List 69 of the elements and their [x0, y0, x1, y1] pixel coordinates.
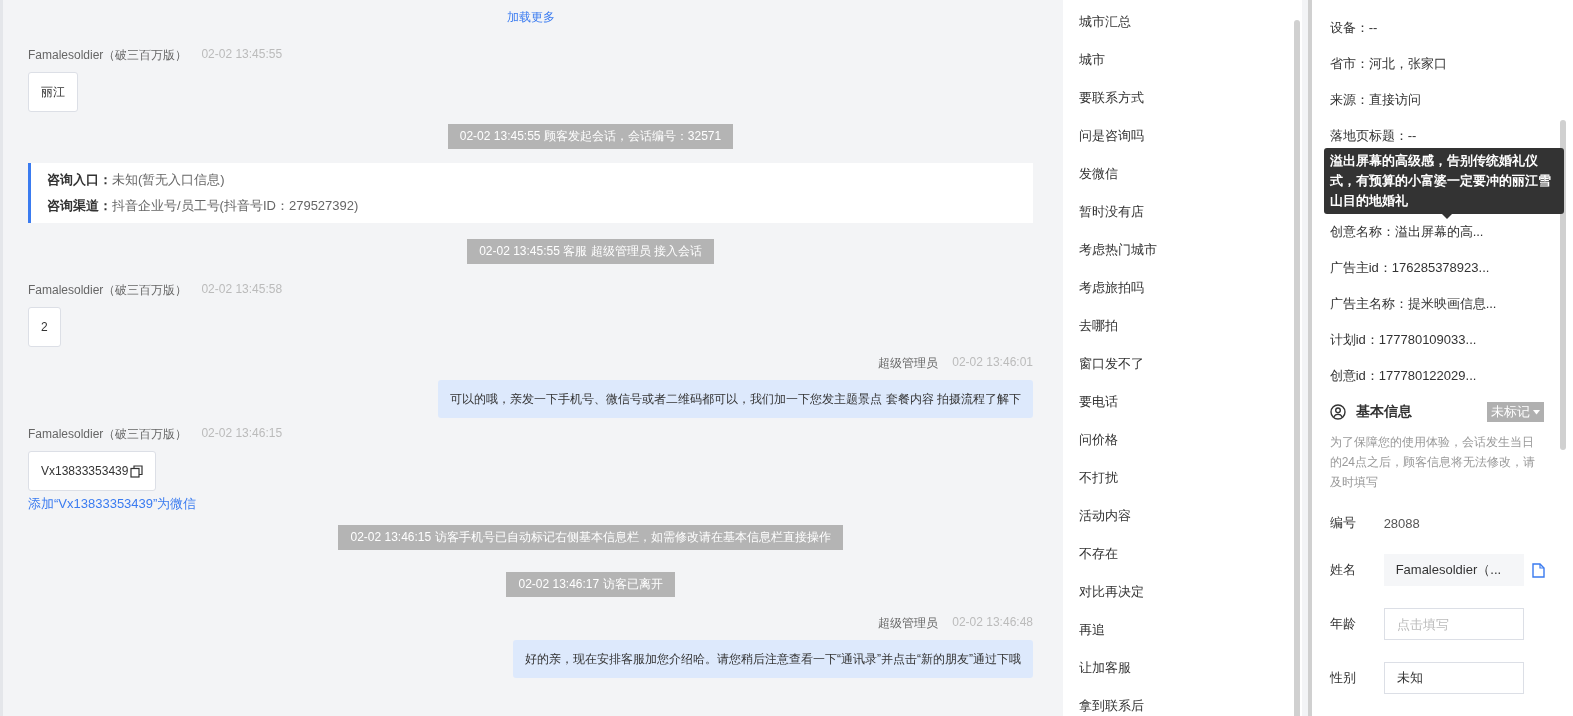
- quick-reply-item[interactable]: 要联系方式: [1079, 88, 1294, 126]
- sender-name: 超级管理员: [878, 355, 939, 372]
- message-bubble: 好的亲，现在安排客服加您介绍哈。请您稍后注意查看一下“通讯录”并点击“新的朋友”通过下哦: [513, 640, 1033, 678]
- field-label: 性别: [1329, 669, 1357, 687]
- entry-value: 未知(暂无入口信息): [112, 172, 225, 187]
- sender-name: Famalesoldier（破三百万版）: [28, 282, 188, 299]
- scrollbar-thumb[interactable]: [1559, 120, 1566, 450]
- quick-reply-item[interactable]: 对比再决定: [1079, 582, 1294, 620]
- visitor-field: 创意名称：溢出屏幕的高...: [1329, 222, 1558, 242]
- system-notice: 02-02 13:46:17 访客已离开: [506, 572, 675, 597]
- system-notice: 02-02 13:45:55 客服 超级管理员 接入会话: [467, 239, 714, 264]
- user-circle-icon: [1329, 404, 1346, 420]
- message-time: 02-02 13:46:15: [201, 426, 283, 442]
- quick-reply-item[interactable]: 活动内容: [1079, 506, 1294, 544]
- sender-name: 超级管理员: [878, 615, 939, 632]
- visitor-field: 设备：--: [1329, 18, 1558, 38]
- quick-reply-item[interactable]: 不存在: [1079, 544, 1294, 582]
- scrollbar-thumb[interactable]: [1294, 20, 1300, 716]
- visitor-field: 广告主id：176285378923...: [1329, 258, 1558, 278]
- message-time: 02-02 13:46:48: [952, 615, 1033, 631]
- load-more-link[interactable]: 加载更多: [506, 10, 555, 24]
- quick-reply-item[interactable]: 暂时没有店: [1079, 202, 1294, 240]
- quick-reply-item[interactable]: 考虑热门城市: [1079, 240, 1294, 278]
- visitor-field: 省市：河北，张家口: [1329, 54, 1558, 74]
- message-text: 丽江: [41, 84, 65, 101]
- quick-reply-item[interactable]: 窗口发不了: [1079, 354, 1294, 392]
- quick-reply-item[interactable]: 去哪拍: [1079, 316, 1294, 354]
- visitor-field: 广告主名称：提米映画信息...: [1329, 294, 1558, 314]
- age-input[interactable]: 点击填写: [1383, 608, 1524, 640]
- quick-reply-item[interactable]: 问是咨询吗: [1079, 126, 1294, 164]
- name-field[interactable]: Famalesoldier（...: [1383, 554, 1524, 586]
- message-text: 2: [41, 319, 48, 336]
- field-label: 年龄: [1329, 615, 1357, 633]
- field-value: 28088: [1383, 515, 1420, 531]
- field-label: 编号: [1329, 514, 1357, 532]
- field-label: 姓名: [1329, 561, 1357, 579]
- visitor-field: 计划id：177780109033...: [1329, 330, 1558, 350]
- system-notice: 02-02 13:45:55 顾客发起会话，会话编号：32571: [447, 124, 734, 149]
- section-title: 基本信息: [1355, 403, 1413, 421]
- message-time: 02-02 13:45:58: [201, 282, 283, 298]
- info-note: 为了保障您的使用体验，会话发生当日的24点之后，顾客信息将无法修改，请及时填写: [1329, 434, 1536, 491]
- message-text: Vx13833353439: [41, 463, 129, 480]
- quick-reply-item[interactable]: 城市: [1079, 50, 1294, 88]
- message-time: 02-02 13:46:01: [952, 355, 1033, 371]
- sender-name: Famalesoldier（破三百万版）: [28, 426, 188, 443]
- add-wechat-link[interactable]: 添加“Vx13833353439”为微信: [28, 495, 197, 513]
- message-bubble: 可以的哦，亲发一下手机号、微信号或者二维码都可以，我们加一下您发主题景点 套餐内容 拍摄流程了解下: [438, 380, 1033, 418]
- sender-name: Famalesoldier（破三百万版）: [28, 47, 188, 64]
- copy-icon[interactable]: [130, 464, 144, 478]
- quick-reply-item[interactable]: 发微信: [1079, 164, 1294, 202]
- entry-label: 咨询渠道：: [47, 198, 112, 213]
- visitor-field: 落地页标题：--: [1329, 126, 1558, 146]
- quick-reply-item[interactable]: 再追: [1079, 620, 1294, 658]
- visitor-field: 来源：直接访问: [1329, 90, 1558, 110]
- quick-reply-item[interactable]: 不打扰: [1079, 468, 1294, 506]
- quick-reply-item[interactable]: 让加客服: [1079, 658, 1294, 696]
- visitor-field: 创意id：177780122029...: [1329, 366, 1558, 386]
- quick-reply-item[interactable]: 要电话: [1079, 392, 1294, 430]
- caret-icon: [1532, 409, 1540, 415]
- tooltip: 溢出屏幕的高级感，告别传统婚礼仪式，有预算的小富婆一定要冲的丽江雪山目的地婚礼: [1323, 148, 1564, 214]
- entry-value: 抖音企业号/员工号(抖音号ID：279527392): [112, 198, 359, 213]
- quick-reply-item[interactable]: 考虑旅拍吗: [1079, 278, 1294, 316]
- quick-reply-item[interactable]: 城市汇总: [1079, 12, 1294, 50]
- system-notice: 02-02 13:46:15 访客手机号已自动标记右侧基本信息栏，如需修改请在基本信息栏直接操作: [338, 525, 843, 550]
- message-time: 02-02 13:45:55: [201, 47, 283, 63]
- gender-select[interactable]: 未知: [1383, 662, 1524, 694]
- quick-reply-item[interactable]: 问价格: [1079, 430, 1294, 468]
- entry-label: 咨询入口：: [47, 172, 112, 187]
- quick-reply-item[interactable]: 拿到联系后: [1079, 696, 1294, 716]
